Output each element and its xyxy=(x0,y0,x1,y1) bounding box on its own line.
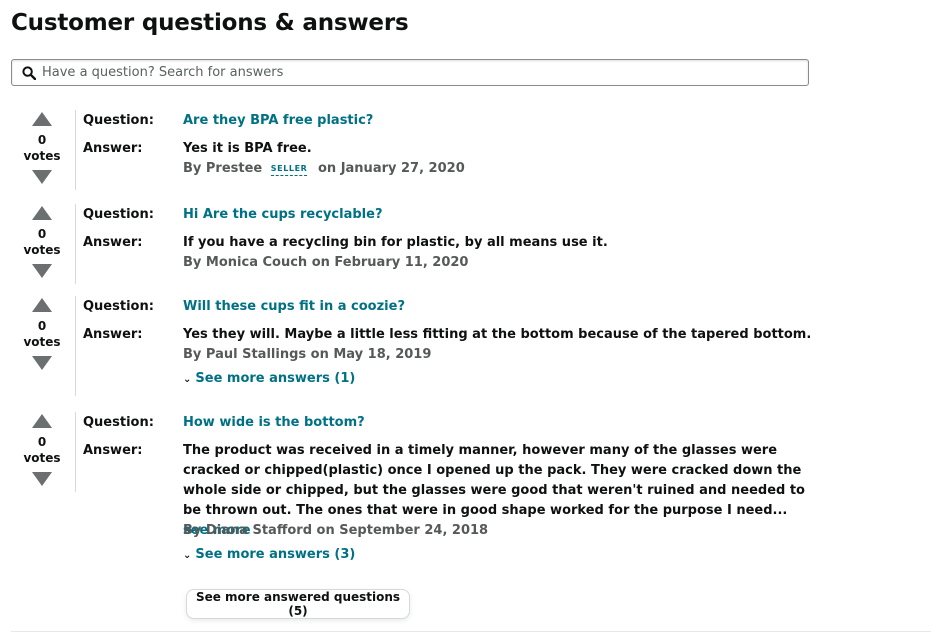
answer-label: Answer: xyxy=(83,235,143,250)
vote-count: 0 xyxy=(37,435,47,449)
votes-label: votes xyxy=(23,451,61,465)
chevron-down-icon: ⌄ xyxy=(183,550,192,561)
search-input[interactable] xyxy=(42,65,808,80)
vote-count: 0 xyxy=(37,227,47,241)
see-more-answers-label: See more answers (1) xyxy=(195,371,356,386)
question-link[interactable]: Hi Are the cups recyclable? xyxy=(183,205,382,225)
vote-count: 0 xyxy=(37,133,47,147)
question-label: Question: xyxy=(83,415,154,430)
vote-widget: 0 votes xyxy=(22,112,62,184)
vote-count: 0 xyxy=(37,319,47,333)
divider xyxy=(75,110,76,190)
downvote-arrow-icon[interactable] xyxy=(32,264,52,278)
see-more-answered-questions-button[interactable]: See more answered questions (5) xyxy=(186,589,410,619)
question-label: Question: xyxy=(83,207,154,222)
downvote-arrow-icon[interactable] xyxy=(32,472,52,486)
question-link[interactable]: Are they BPA free plastic? xyxy=(183,111,373,131)
search-box[interactable] xyxy=(11,59,809,86)
upvote-arrow-icon[interactable] xyxy=(32,414,52,428)
question-label: Question: xyxy=(83,299,154,314)
upvote-arrow-icon[interactable] xyxy=(32,206,52,220)
answer-text: Yes it is BPA free. xyxy=(183,141,312,156)
answer-text: Yes they will. Maybe a little less fitti… xyxy=(183,327,812,342)
vote-widget: 0 votes xyxy=(22,414,62,486)
answer-byline: By Diana Stafford on September 24, 2018 xyxy=(183,523,489,538)
answer-text: If you have a recycling bin for plastic,… xyxy=(183,235,608,250)
divider xyxy=(75,296,76,396)
vote-widget: 0 votes xyxy=(22,206,62,278)
see-more-answers-label: See more answers (3) xyxy=(195,547,356,562)
downvote-arrow-icon[interactable] xyxy=(32,356,52,370)
answer-body: The product was received in a timely man… xyxy=(183,443,805,518)
answer-label: Answer: xyxy=(83,443,143,458)
divider xyxy=(75,412,76,492)
question-link[interactable]: Will these cups fit in a coozie? xyxy=(183,297,405,317)
votes-label: votes xyxy=(23,243,61,257)
see-more-answers-link[interactable]: ⌄ See more answers (1) xyxy=(183,369,355,390)
bottom-divider xyxy=(11,631,931,632)
chevron-down-icon: ⌄ xyxy=(183,374,192,385)
divider xyxy=(75,204,76,284)
question-label: Question: xyxy=(83,113,154,128)
vote-widget: 0 votes xyxy=(22,298,62,370)
answer-label: Answer: xyxy=(83,327,143,342)
answer-label: Answer: xyxy=(83,141,143,156)
answer-byline: By Prestee SELLER on January 27, 2020 xyxy=(183,159,465,179)
answer-byline: By Monica Couch on February 11, 2020 xyxy=(183,255,469,270)
question-link[interactable]: How wide is the bottom? xyxy=(183,413,365,433)
answer-byline: By Paul Stallings on May 18, 2019 xyxy=(183,347,432,362)
seller-badge: SELLER xyxy=(270,163,308,176)
search-icon xyxy=(22,65,36,80)
upvote-arrow-icon[interactable] xyxy=(32,298,52,312)
see-more-answers-link[interactable]: ⌄ See more answers (3) xyxy=(183,545,355,566)
answer-author: By Prestee xyxy=(183,161,263,176)
answer-date: on January 27, 2020 xyxy=(317,161,465,176)
upvote-arrow-icon[interactable] xyxy=(32,112,52,126)
votes-label: votes xyxy=(23,335,61,349)
downvote-arrow-icon[interactable] xyxy=(32,170,52,184)
votes-label: votes xyxy=(23,149,61,163)
page-title: Customer questions & answers xyxy=(11,10,409,36)
